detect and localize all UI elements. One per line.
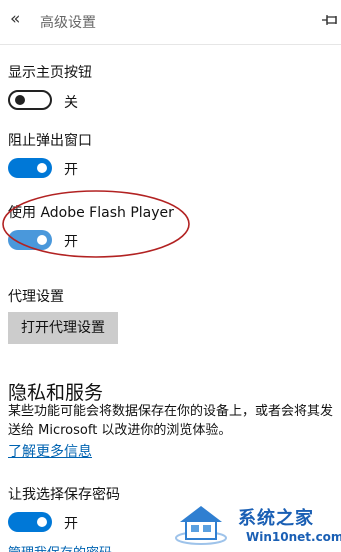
block-popups-toggle[interactable]	[8, 158, 52, 178]
show-home-button-label: 显示主页按钮	[8, 65, 92, 81]
block-popups-label: 阻止弹出窗口	[8, 133, 92, 149]
save-passwords-toggle[interactable]	[8, 512, 52, 532]
learn-more-link[interactable]: 了解更多信息	[8, 441, 92, 461]
toggle-knob	[37, 163, 47, 173]
flash-player-state: 开	[64, 234, 78, 250]
open-proxy-settings-button[interactable]: 打开代理设置	[8, 312, 118, 344]
watermark-url: Win10net.com	[246, 530, 341, 544]
house-logo-icon	[175, 506, 227, 545]
show-home-button-toggle[interactable]	[8, 90, 52, 110]
save-passwords-label: 让我选择保存密码	[8, 487, 120, 503]
toggle-knob	[37, 517, 47, 527]
page-title: 高级设置	[40, 15, 96, 31]
watermark: 系统之家 Win10net.com	[168, 496, 341, 552]
privacy-description-line1: 某些功能可能会将数据保存在你的设备上，或者会将其发	[8, 404, 334, 419]
chevron-double-left-icon[interactable]: «	[10, 9, 20, 29]
manage-passwords-link[interactable]: 管理我保存的密码	[8, 542, 112, 552]
save-passwords-state: 开	[64, 516, 78, 532]
toggle-knob	[15, 95, 25, 105]
privacy-section-title: 隐私和服务	[8, 382, 104, 404]
pin-icon[interactable]	[321, 11, 339, 29]
flash-player-label: 使用 Adobe Flash Player	[8, 205, 174, 221]
header-bar: « 高级设置	[0, 0, 341, 44]
privacy-description: 某些功能可能会将数据保存在你的设备上，或者会将其发 送给 Microsoft 以…	[8, 402, 338, 440]
proxy-settings-label: 代理设置	[8, 289, 64, 305]
toggle-knob	[37, 235, 47, 245]
header-divider	[0, 44, 341, 45]
show-home-button-state: 关	[64, 95, 78, 111]
watermark-title: 系统之家	[238, 508, 314, 529]
block-popups-state: 开	[64, 162, 78, 178]
flash-player-toggle[interactable]	[8, 230, 52, 250]
privacy-description-line2: 送给 Microsoft 以改进你的浏览体验。	[8, 423, 232, 438]
